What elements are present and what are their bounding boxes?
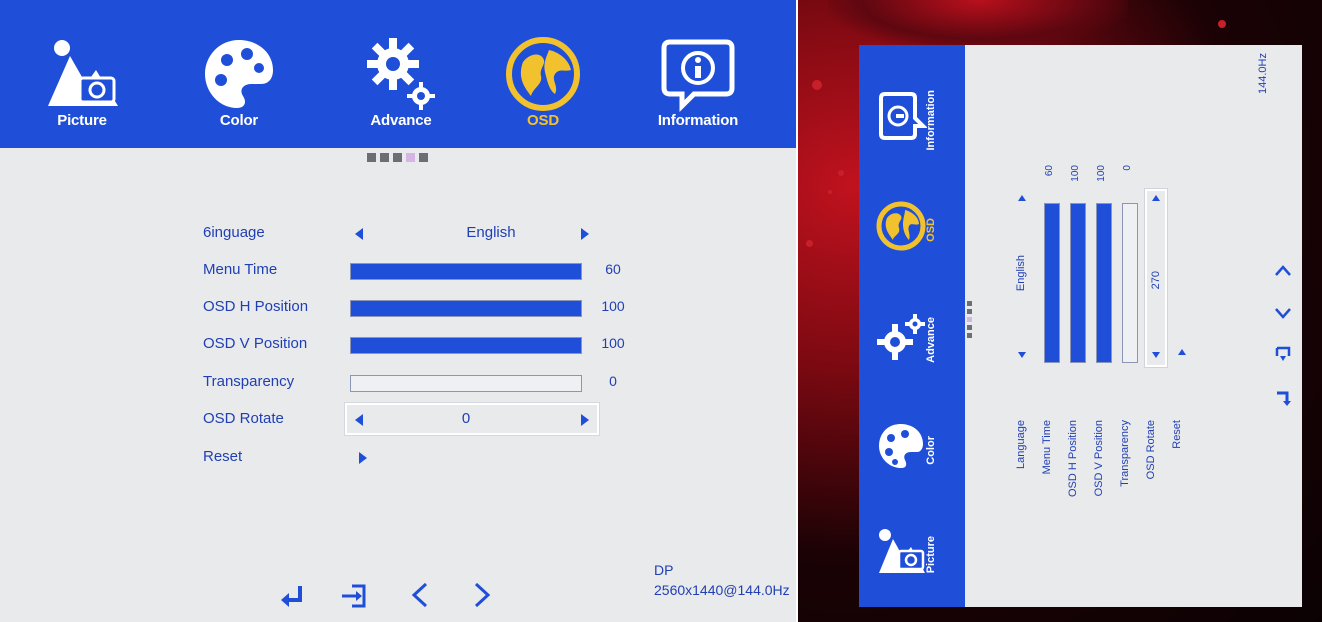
osd-v-position-slider[interactable] (350, 337, 582, 354)
language-prev-arrow[interactable] (1018, 352, 1026, 358)
osd-h-position-slider[interactable] (1070, 203, 1086, 363)
tab-advance[interactable]: Advance (336, 0, 466, 148)
resolution-refresh: 2560x1440@144.0Hz (654, 582, 790, 598)
up-chevron-icon[interactable] (1273, 261, 1293, 281)
rotated-osd-menu: Information OSD Advance Color Picture La… (859, 45, 1302, 607)
picture-icon (48, 40, 118, 106)
menu-time-value: 60 (605, 261, 621, 277)
tab-osd-rotated[interactable]: OSD (859, 175, 965, 285)
osd-rotate-label: OSD Rotate (203, 410, 284, 427)
tab-advance-rotated[interactable]: Advance (859, 285, 965, 395)
menu-time-row[interactable]: Menu Time 60 (203, 255, 643, 285)
osd-rotate-prev-arrow[interactable] (1152, 352, 1160, 358)
tab-color[interactable]: Color (174, 0, 304, 148)
right-chevron-icon[interactable] (468, 580, 496, 610)
menu-time-slider[interactable] (1044, 203, 1060, 363)
enter-icon[interactable] (278, 580, 306, 610)
down-chevron-icon[interactable] (1273, 303, 1293, 323)
osd-h-position-slider[interactable] (350, 300, 582, 317)
tab-information[interactable]: Information (633, 0, 763, 148)
enter-icon[interactable] (1275, 389, 1291, 407)
globe-icon (876, 201, 926, 251)
page-indicator (967, 301, 972, 339)
transparency-value: 0 (609, 373, 617, 389)
menu-time-label: Menu Time (203, 261, 278, 278)
reset-label: Reset (203, 448, 243, 465)
language-prev-arrow[interactable] (355, 228, 363, 240)
tab-picture[interactable]: Picture (17, 0, 147, 148)
reset-arrow[interactable] (359, 452, 367, 464)
language-label: 6inguage (203, 224, 265, 241)
globe-icon (506, 37, 580, 111)
osd-v-position-label: OSD V Position (203, 335, 308, 352)
tab-label: Picture (57, 112, 107, 129)
osd-photo-rotated: Information OSD Advance Color Picture La… (798, 0, 1322, 622)
osd-v-position-slider[interactable] (1096, 203, 1112, 363)
language-next-arrow[interactable] (1018, 195, 1026, 201)
tab-label: Advance (370, 112, 432, 129)
transparency-row[interactable]: Transparency 0 (203, 367, 643, 397)
reset-arrow[interactable] (1178, 349, 1186, 355)
osd-screen-straight: Picture Color Advance OSD Information 6i… (0, 0, 796, 622)
info-icon (879, 92, 927, 140)
language-next-arrow[interactable] (581, 228, 589, 240)
transparency-label: Transparency (203, 373, 295, 390)
language-row[interactable]: 6inguage English (203, 218, 643, 248)
osd-rotate-prev-arrow[interactable] (355, 414, 363, 426)
picture-icon (879, 529, 925, 573)
osd-rotate-value: 0 (461, 410, 471, 427)
osd-v-position-row[interactable]: OSD V Position 100 (203, 329, 643, 359)
osd-rotate-next-arrow[interactable] (581, 414, 589, 426)
tab-picture-rotated[interactable]: Picture (859, 500, 965, 610)
signal-info: DP 2560x1440@144.0Hz (654, 560, 790, 600)
osd-h-position-value: 100 (601, 298, 625, 314)
tab-label: Color (219, 112, 259, 129)
menu-time-slider[interactable] (350, 263, 582, 280)
tab-color-rotated[interactable]: Color (859, 395, 965, 505)
osd-v-position-value: 100 (601, 335, 625, 351)
exit-icon[interactable] (1274, 345, 1292, 363)
transparency-slider[interactable] (350, 375, 582, 392)
gear-icon (877, 314, 925, 360)
osd-h-position-row[interactable]: OSD H Position 100 (203, 292, 643, 322)
tab-osd[interactable]: OSD (478, 0, 608, 148)
exit-icon[interactable] (340, 580, 368, 610)
osd-h-position-label: OSD H Position (203, 298, 309, 315)
osd-rotate-row[interactable]: OSD Rotate 0 (203, 403, 643, 435)
gear-icon (367, 38, 435, 110)
tab-label: OSD (527, 112, 559, 129)
osd-rotate-next-arrow[interactable] (1152, 195, 1160, 201)
language-value: English (466, 224, 516, 241)
tab-information-rotated[interactable]: Information (859, 65, 965, 175)
page-indicator (367, 153, 428, 162)
reset-row[interactable]: Reset (203, 442, 643, 472)
info-icon (661, 39, 735, 113)
input-source: DP (654, 562, 674, 578)
palette-icon (879, 424, 923, 468)
left-chevron-icon[interactable] (406, 580, 434, 610)
tab-label: Information (657, 112, 739, 129)
palette-icon (205, 40, 273, 108)
transparency-slider[interactable] (1122, 203, 1138, 363)
